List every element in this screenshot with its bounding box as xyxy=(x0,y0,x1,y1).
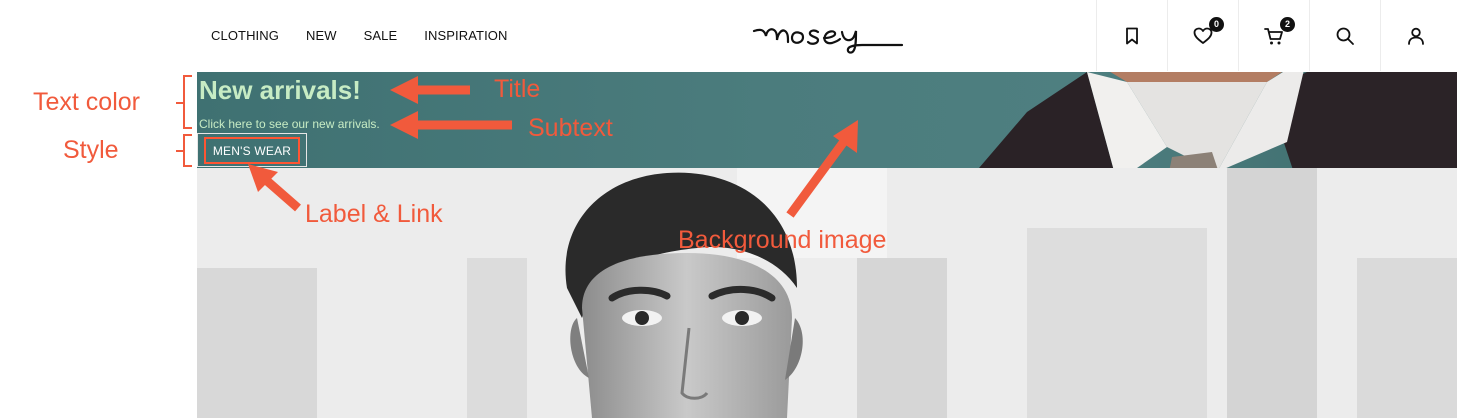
main-nav: CLOTHING NEW SALE INSPIRATION xyxy=(211,0,534,70)
banner-subtext: Click here to see our new arrivals. xyxy=(199,117,380,131)
search-icon xyxy=(1336,27,1354,45)
annotation-background-image: Background image xyxy=(678,226,887,254)
bookmark-button[interactable] xyxy=(1096,0,1167,71)
cart-button[interactable]: 2 xyxy=(1238,0,1309,71)
style-bracket xyxy=(183,134,192,167)
user-icon xyxy=(1408,27,1424,45)
account-button[interactable] xyxy=(1380,0,1451,71)
nav-item-sale[interactable]: SALE xyxy=(364,28,398,43)
bookmark-icon xyxy=(1126,27,1138,44)
nav-item-inspiration[interactable]: INSPIRATION xyxy=(424,28,507,43)
annotation-style: Style xyxy=(63,136,119,164)
cart-count-badge: 2 xyxy=(1280,17,1295,32)
annotation-title: Title xyxy=(494,75,541,103)
site-header: CLOTHING NEW SALE INSPIRATION 0 2 xyxy=(0,0,1457,72)
banner-label-link[interactable]: MEN'S WEAR xyxy=(197,133,307,167)
annotation-text-color: Text color xyxy=(33,88,140,116)
banner-label-text: MEN'S WEAR xyxy=(203,136,301,164)
annotation-subtext: Subtext xyxy=(528,114,613,142)
wishlist-button[interactable]: 0 xyxy=(1167,0,1238,71)
text-color-bracket xyxy=(183,75,192,129)
annotation-label-link: Label & Link xyxy=(305,200,443,228)
promo-banner[interactable]: New arrivals! Click here to see our new … xyxy=(197,72,1457,168)
banner-title: New arrivals! xyxy=(199,75,361,105)
wishlist-count-badge: 0 xyxy=(1209,17,1224,32)
header-icon-bar: 0 2 xyxy=(1096,0,1451,71)
search-button[interactable] xyxy=(1309,0,1380,71)
mosey-logo[interactable] xyxy=(752,14,904,54)
nav-item-clothing[interactable]: CLOTHING xyxy=(211,28,279,43)
banner-background-image xyxy=(979,72,1457,168)
nav-item-new[interactable]: NEW xyxy=(306,28,337,43)
